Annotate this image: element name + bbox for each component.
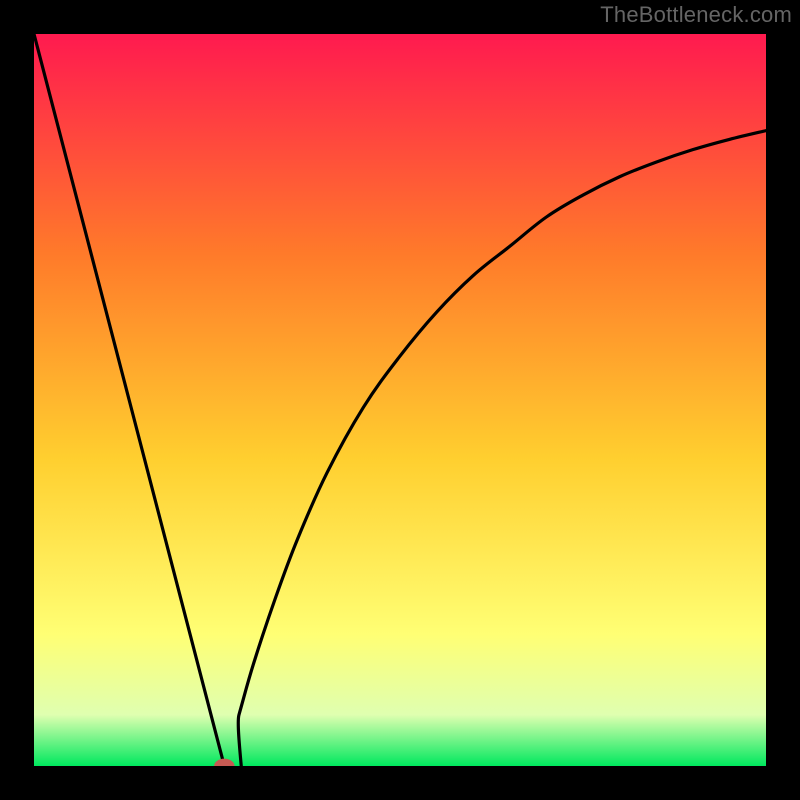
- plot-area: [34, 34, 766, 766]
- watermark-text: TheBottleneck.com: [600, 2, 792, 28]
- chart-svg: [34, 34, 766, 766]
- gradient-background: [34, 34, 766, 766]
- chart-frame: TheBottleneck.com: [0, 0, 800, 800]
